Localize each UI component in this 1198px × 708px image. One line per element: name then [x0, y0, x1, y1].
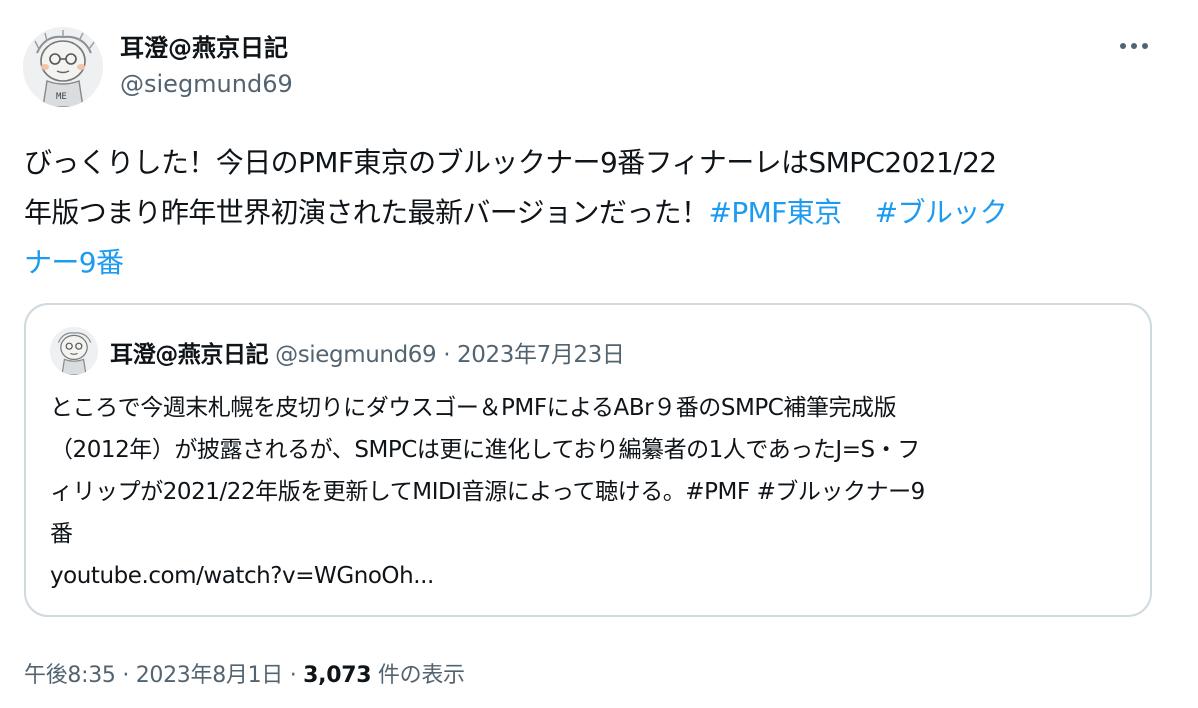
quoted-text-line: ところで今週末札幌を皮切りにダウスゴー＆PMFによるABr９番のSMPC補筆完成… — [50, 395, 897, 421]
views-count[interactable]: 3,073 — [303, 663, 371, 688]
views-label: 件の表示 — [377, 663, 465, 688]
tweet-text-segment: 年版つまり昨年世界初演された最新バージョンだった！ — [24, 196, 709, 229]
quoted-text-line: ィリップが2021/22年版を更新してMIDI音源によって聴ける。#PMF #ブ… — [50, 479, 925, 505]
tweet-card: ME 耳澄@燕京日記 @siegmund69 びっくりした！今日のPMF東京のブ… — [0, 0, 1198, 708]
hashtag-bruckner9-part2[interactable]: ナー9番 — [24, 246, 124, 279]
avatar-sketch-icon — [50, 327, 98, 375]
tweet-meta: 午後8:35 · 2023年8月1日 · 3,073 件の表示 — [24, 657, 465, 689]
quoted-tweet-header: 耳澄@燕京日記 @siegmund69 · 2023年7月23日 — [110, 335, 625, 369]
quoted-text-line: 番 — [50, 521, 73, 547]
tweet-time[interactable]: 午後8:35 — [24, 663, 116, 688]
quoted-tweet[interactable]: 耳澄@燕京日記 @siegmund69 · 2023年7月23日 ところで今週末… — [24, 303, 1152, 617]
tweet-text-line-3: ナー9番 — [24, 238, 1164, 288]
tweet-date[interactable]: 2023年8月1日 — [136, 663, 284, 688]
author-display-name[interactable]: 耳澄@燕京日記 — [120, 28, 288, 63]
quoted-author-handle[interactable]: @siegmund69 — [275, 342, 437, 368]
author-avatar[interactable]: ME — [23, 27, 103, 107]
tweet-text-line: びっくりした！今日のPMF東京のブルックナー9番フィナーレはSMPC2021/2… — [24, 146, 997, 179]
tweet-text: びっくりした！今日のPMF東京のブルックナー9番フィナーレはSMPC2021/2… — [24, 138, 1164, 288]
meta-separator: · — [122, 663, 130, 688]
more-horizontal-icon — [1120, 43, 1148, 49]
quoted-link[interactable]: youtube.com/watch?v=WGnoOh... — [50, 555, 1140, 597]
svg-text:ME: ME — [56, 92, 67, 102]
quoted-author-name[interactable]: 耳澄@燕京日記 — [110, 342, 269, 368]
author-handle[interactable]: @siegmund69 — [120, 70, 293, 98]
avatar-sketch-icon: ME — [23, 27, 103, 107]
hashtag-pmf-tokyo[interactable]: #PMF東京 — [708, 196, 842, 229]
quoted-separator: · — [443, 342, 451, 368]
tweet-text-line-2: 年版つまり昨年世界初演された最新バージョンだった！#PMF東京 #ブルック — [24, 188, 1164, 238]
hashtag-bruckner9-part1[interactable]: #ブルック — [875, 196, 1008, 229]
quoted-date[interactable]: 2023年7月23日 — [457, 342, 625, 368]
quoted-text-line: （2012年）が披露されるが、SMPCは更に進化しており編纂者の1人であったJ=… — [50, 437, 920, 463]
meta-separator: · — [289, 663, 297, 688]
quoted-author-avatar[interactable] — [50, 327, 98, 375]
quoted-tweet-text: ところで今週末札幌を皮切りにダウスゴー＆PMFによるABr９番のSMPC補筆完成… — [50, 387, 1140, 597]
more-options-button[interactable] — [1114, 28, 1154, 64]
